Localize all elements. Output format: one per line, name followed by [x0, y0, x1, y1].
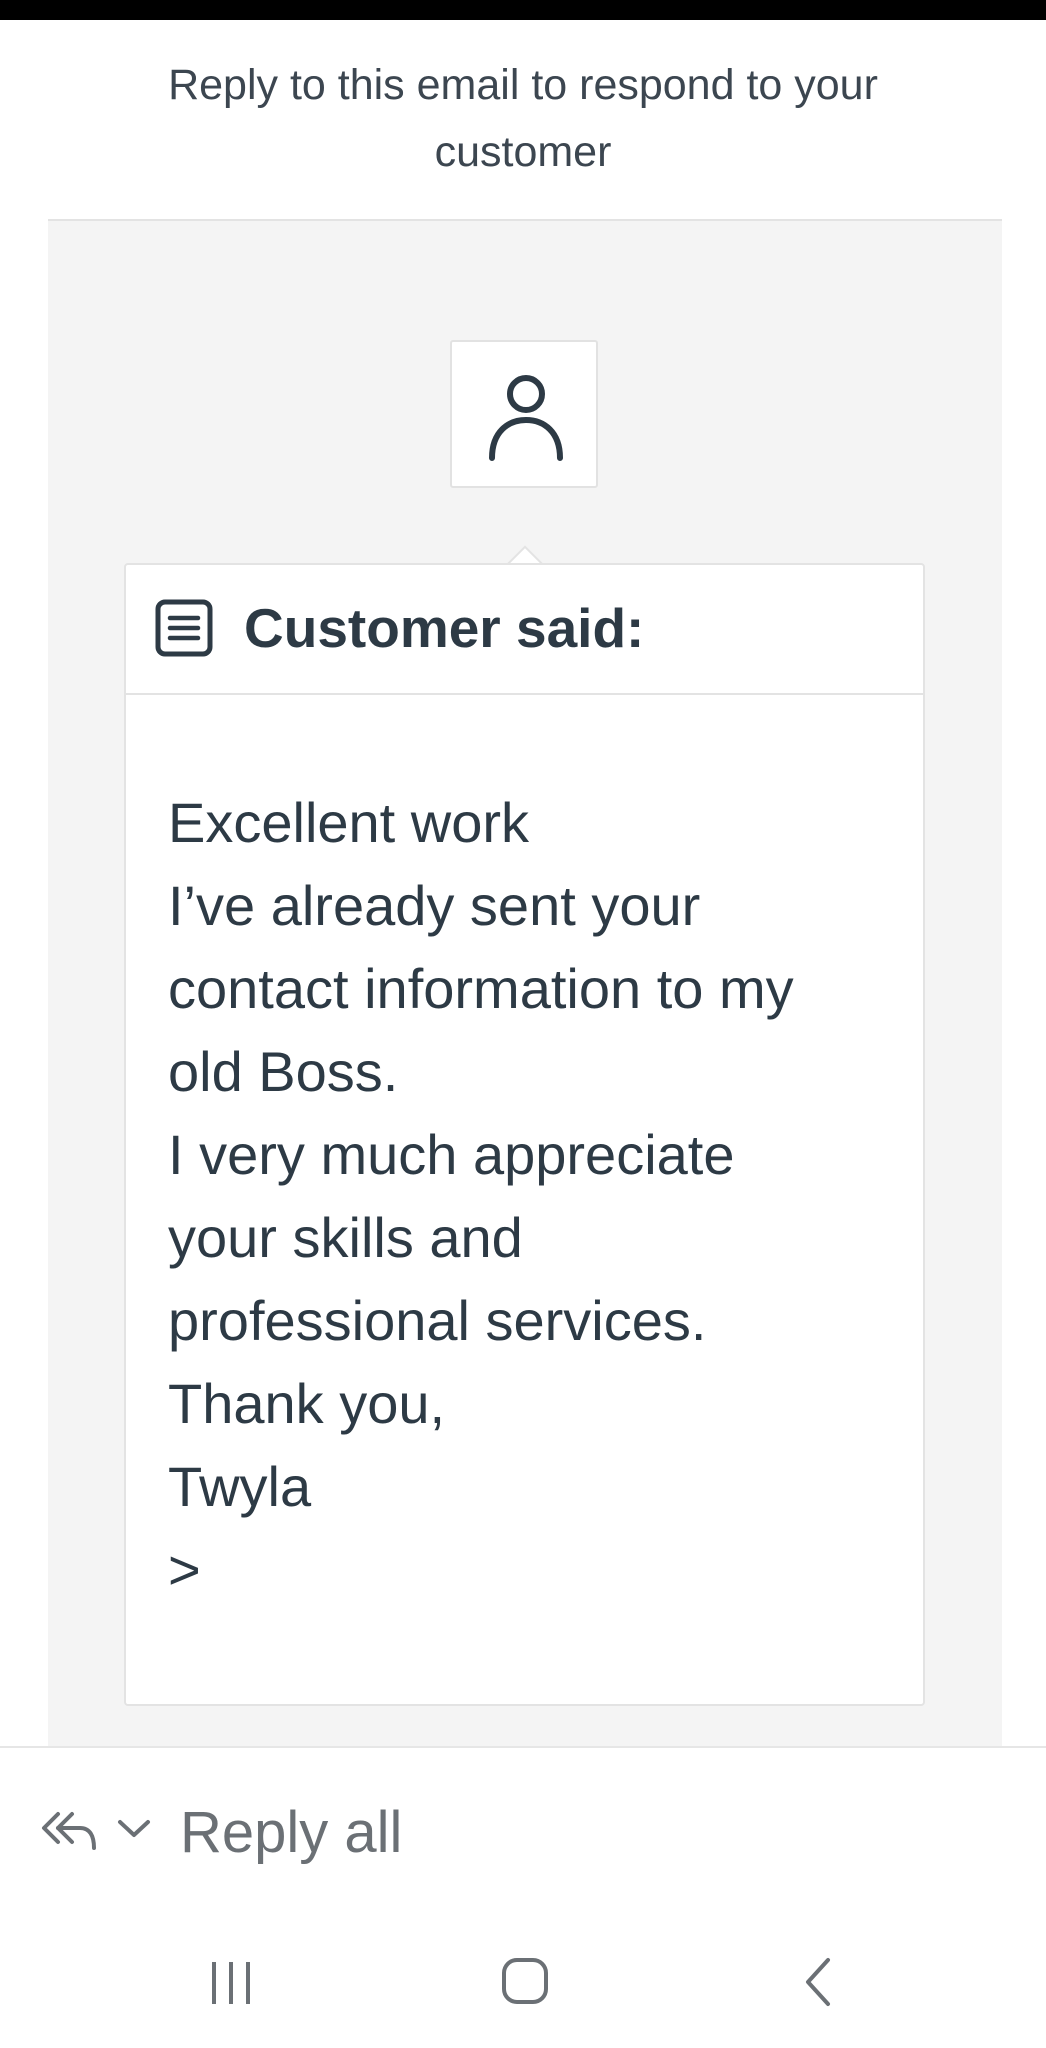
card-title: Customer said: [244, 597, 645, 659]
message-line: professional services. [168, 1289, 707, 1352]
message-body: Excellent work I’ve already sent your co… [168, 781, 898, 1611]
message-line: Thank you, [168, 1372, 446, 1435]
avatar [450, 340, 598, 488]
status-bar [0, 0, 1046, 20]
quoted-text-toggle[interactable]: > [168, 1528, 898, 1611]
message-line: I very much appreciate [168, 1123, 735, 1186]
reply-notice: Reply to this email to respond to your c… [60, 52, 986, 186]
recent-apps-icon[interactable] [208, 1958, 254, 2008]
message-line: your skills and [168, 1206, 523, 1269]
reply-notice-line-2: customer [434, 128, 612, 176]
reply-notice-line-1: Reply to this email to respond to your [168, 61, 878, 109]
chevron-down-icon[interactable] [116, 1818, 152, 1840]
home-icon[interactable] [500, 1956, 550, 2006]
message-line: I’ve already sent your [168, 874, 701, 937]
customer-message-card: Customer said: Excellent work I’ve alrea… [124, 563, 925, 1706]
message-line: Excellent work [168, 791, 530, 854]
reply-bar: Reply all [0, 1748, 1046, 1908]
person-icon [489, 375, 563, 461]
message-line: Twyla [168, 1455, 312, 1518]
reply-all-icon[interactable] [40, 1810, 98, 1852]
message-line: contact information to my [168, 957, 794, 1020]
reply-all-button[interactable]: Reply all [180, 1798, 402, 1868]
message-line: old Boss. [168, 1040, 399, 1103]
document-icon [155, 599, 213, 657]
back-icon[interactable] [800, 1956, 836, 2008]
card-header: Customer said: [126, 565, 923, 695]
email-view: Reply to this email to respond to your c… [0, 0, 1046, 2048]
system-nav-bar [0, 1930, 1046, 2048]
